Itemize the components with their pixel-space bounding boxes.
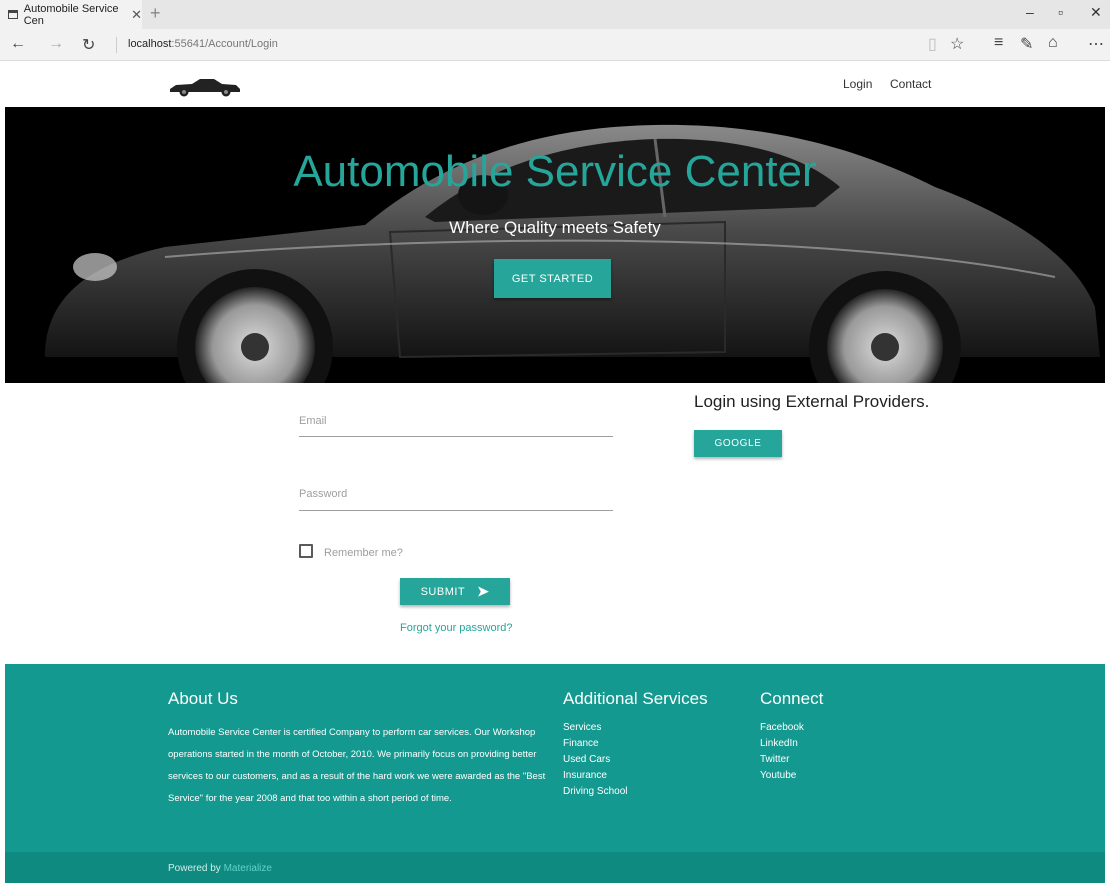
submit-button[interactable]: SUBMIT ➤ [400,578,510,605]
forgot-password-link[interactable]: Forgot your password? [400,622,513,634]
external-providers-title: Login using External Providers. [694,392,930,411]
twitter-link[interactable]: Twitter [760,752,804,768]
url-field[interactable]: localhost:55641/Account/Login [128,38,278,50]
powered-by-prefix: Powered by [168,863,224,874]
tab-page-icon [8,10,18,19]
additional-services-heading: Additional Services [563,689,708,708]
web-note-icon[interactable]: ✎ [1020,34,1033,54]
email-label: Email [299,415,327,427]
browser-tab-bar: Automobile Service Cen ✕ + – ▫ ✕ [0,0,1110,29]
youtube-link[interactable]: Youtube [760,768,804,784]
used-cars-link[interactable]: Used Cars [563,752,627,768]
insurance-link[interactable]: Insurance [563,768,627,784]
more-icon[interactable]: ⋯ [1088,34,1104,54]
password-label: Password [299,488,348,500]
remember-me-label: Remember me? [324,547,403,559]
tab-title: Automobile Service Cen [23,2,119,27]
hero-title: Automobile Service Center [293,147,817,196]
hero-subtitle: Where Quality meets Safety [449,218,661,237]
powered-by-text: Powered by Materialize [168,863,272,874]
password-field[interactable] [299,510,613,511]
email-field[interactable] [299,436,613,437]
hub-icon[interactable]: ≡ [994,34,1003,52]
nav-contact-link[interactable]: Contact [890,77,931,91]
remember-me-checkbox[interactable] [299,544,313,558]
driving-school-link[interactable]: Driving School [563,784,627,800]
linkedin-link[interactable]: LinkedIn [760,736,804,752]
connect-list: Facebook LinkedIn Twitter Youtube [760,720,804,784]
browser-tab[interactable]: Automobile Service Cen ✕ [0,0,142,29]
refresh-icon[interactable]: ↻ [82,35,95,55]
materialize-link[interactable]: Materialize [224,863,272,874]
services-list: Services Finance Used Cars Insurance Dri… [563,720,627,800]
share-icon[interactable]: ⌂ [1048,34,1058,52]
url-path: :55641/Account/Login [171,38,278,50]
new-tab-icon[interactable]: + [150,3,161,24]
about-us-heading: About Us [168,689,238,708]
reading-view-icon[interactable]: ▯ [928,34,937,54]
url-host: localhost [128,38,172,50]
hero-banner: Automobile Service Center Where Quality … [5,107,1105,383]
favorite-star-icon[interactable]: ☆ [950,34,964,54]
send-icon: ➤ [477,583,490,599]
connect-heading: Connect [760,689,824,708]
about-us-text: Automobile Service Center is certified C… [168,727,546,804]
facebook-link[interactable]: Facebook [760,720,804,736]
url-separator [116,37,117,53]
finance-link[interactable]: Finance [563,736,627,752]
back-icon[interactable]: ← [10,35,26,53]
get-started-button[interactable]: GET STARTED [494,259,611,298]
footer: About Us Automobile Service Center is ce… [5,664,1105,852]
minimize-icon[interactable]: – [1026,4,1034,20]
nav-login-link[interactable]: Login [843,77,872,91]
car-logo-icon[interactable] [168,75,242,97]
services-link[interactable]: Services [563,720,627,736]
restore-icon[interactable]: ▫ [1058,4,1063,20]
site-header: Login Contact [0,61,1110,107]
submit-label: SUBMIT [420,585,466,598]
google-login-button[interactable]: GOOGLE [694,430,782,457]
tab-close-icon[interactable]: ✕ [131,7,142,23]
footer-copyright-bar: Powered by Materialize [5,852,1105,883]
browser-address-bar: ← → ↻ localhost:55641/Account/Login ▯ ☆ … [0,29,1110,61]
close-window-icon[interactable]: ✕ [1090,4,1102,21]
forward-icon[interactable]: → [48,35,64,53]
